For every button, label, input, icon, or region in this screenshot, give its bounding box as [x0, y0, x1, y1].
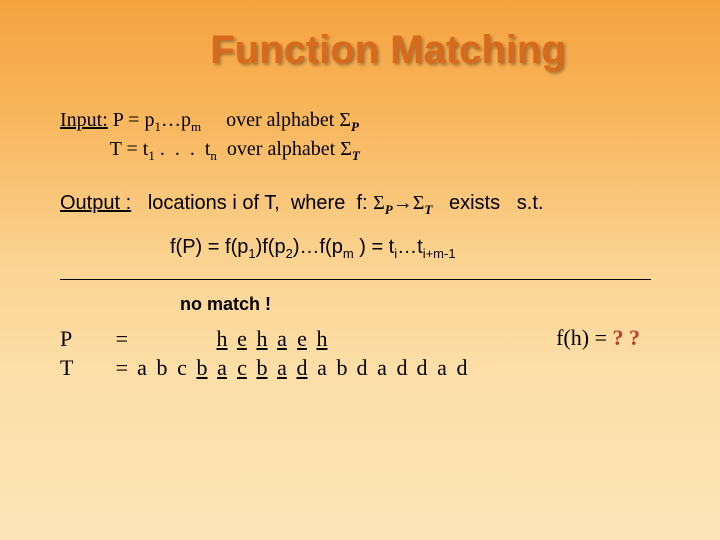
- pattern-cell: h: [212, 325, 232, 354]
- fh-equation: f(h) = ? ?: [556, 325, 640, 351]
- text-cell: d: [352, 354, 372, 383]
- text-cell: d: [392, 354, 412, 383]
- sequence-table: f(h) = ? ? P= hehaeh T= abcbacbadabdadda…: [60, 325, 676, 382]
- text-row: T= abcbacbadabdaddad: [60, 354, 676, 383]
- text-cell: a: [372, 354, 392, 383]
- text-cell: a: [312, 354, 332, 383]
- output-label: Output :: [60, 192, 131, 214]
- pattern-cell-empty: [192, 325, 212, 354]
- text-cell: a: [272, 354, 292, 383]
- pattern-cell: h: [252, 325, 272, 354]
- text-cell: c: [232, 354, 252, 383]
- text-cell: a: [132, 354, 152, 383]
- pattern-cell: e: [232, 325, 252, 354]
- pattern-cell-empty: [172, 325, 192, 354]
- text-cell: b: [252, 354, 272, 383]
- pattern-cell-empty: [152, 325, 172, 354]
- divider: [60, 279, 651, 280]
- pattern-cell: h: [312, 325, 332, 354]
- output-block: Output : locations i of T, where f: ΣP→Σ…: [60, 192, 676, 218]
- text-cell: c: [172, 354, 192, 383]
- text-cell: a: [432, 354, 452, 383]
- text-cell: d: [412, 354, 432, 383]
- text-cell: d: [452, 354, 472, 383]
- fp-equation: f(P) = f(p1)f(p2)…f(pm ) = ti…ti+m-1: [170, 236, 676, 261]
- input-block: Input: P = p1…pm over alphabet ΣP T = t1…: [60, 107, 676, 164]
- text-cell: b: [332, 354, 352, 383]
- no-match-label: no match !: [180, 294, 676, 315]
- input-label: Input:: [60, 107, 108, 134]
- pattern-cell: a: [272, 325, 292, 354]
- text-cell: b: [192, 354, 212, 383]
- pattern-cell: e: [292, 325, 312, 354]
- input-line1: P = p1…pm over alphabet ΣP: [108, 107, 359, 136]
- text-cell: a: [212, 354, 232, 383]
- text-cell: b: [152, 354, 172, 383]
- text-cell: d: [292, 354, 312, 383]
- page-title: Function Matching: [60, 28, 676, 73]
- pattern-cell-empty: [132, 325, 152, 354]
- input-line2: T = t1 . . . tn over alphabet ΣT: [60, 136, 360, 165]
